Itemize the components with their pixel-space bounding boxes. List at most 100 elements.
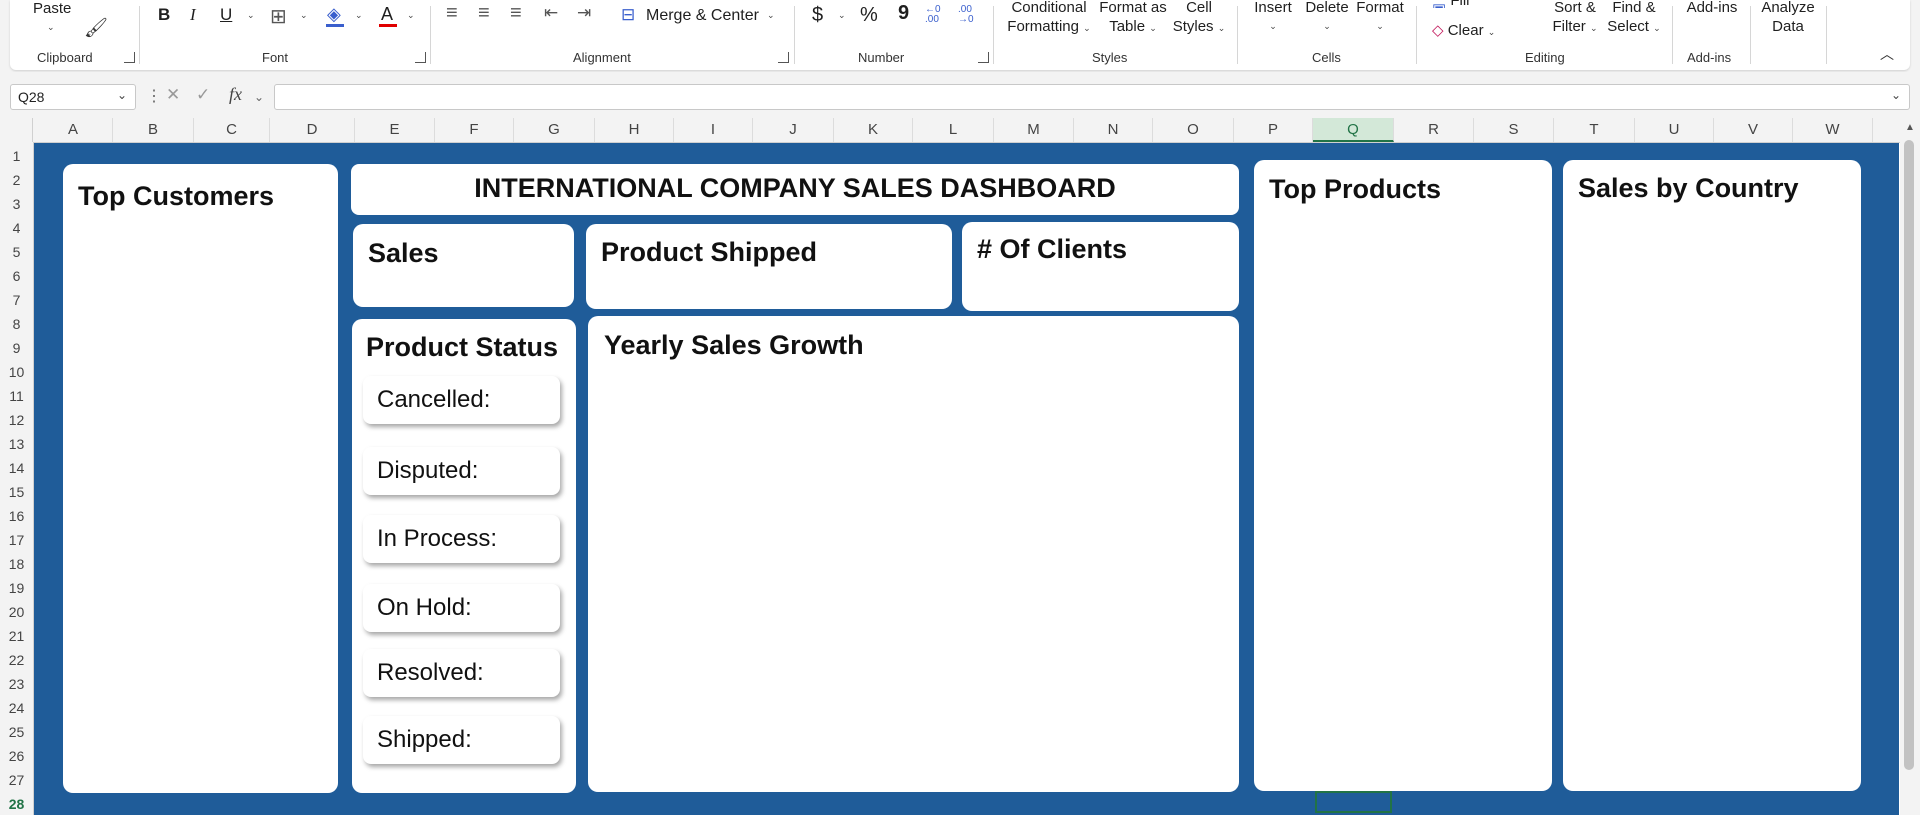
delete-cells-button[interactable]: Delete ⌄ [1302,0,1352,36]
column-header-v[interactable]: V [1714,118,1793,142]
merge-dropdown-chevron-icon[interactable]: ⌄ [767,10,775,21]
currency-format-button[interactable]: $ [812,4,823,27]
row-header-22[interactable]: 22 [0,652,33,668]
bold-button[interactable]: B [158,5,170,25]
column-header-j[interactable]: J [753,118,834,142]
fill-color-icon[interactable]: ◈ [327,4,341,25]
comma-style-button[interactable]: 9 [898,2,909,25]
row-header-23[interactable]: 23 [0,676,33,692]
merge-center-button[interactable]: Merge & Center [646,7,759,25]
currency-dropdown-chevron-icon[interactable]: ⌄ [838,10,846,21]
column-header-l[interactable]: L [913,118,994,142]
format-painter-icon[interactable]: 🖌 [84,16,108,40]
underline-dropdown-chevron-icon[interactable]: ⌄ [247,10,255,21]
merge-center-icon[interactable]: ⊟ [621,5,635,25]
column-header-k[interactable]: K [834,118,913,142]
row-header-13[interactable]: 13 [0,436,33,452]
decrease-indent-icon[interactable]: ⇤ [544,3,558,23]
alignment-launcher-icon[interactable] [778,52,789,63]
row-header-27[interactable]: 27 [0,772,33,788]
decrease-decimal-button[interactable]: .00 →0 [958,5,982,25]
row-header-26[interactable]: 26 [0,748,33,764]
percent-format-button[interactable]: % [860,4,878,27]
name-box-chevron-down-icon[interactable]: ⌄ [117,88,127,102]
row-header-4[interactable]: 4 [0,220,33,236]
row-header-17[interactable]: 17 [0,532,33,548]
clipboard-launcher-icon[interactable] [124,52,135,63]
find-select-button[interactable]: Find & Select ⌄ [1604,0,1664,38]
column-header-u[interactable]: U [1635,118,1714,142]
column-header-n[interactable]: N [1074,118,1153,142]
row-header-1[interactable]: 1 [0,148,33,164]
column-header-w[interactable]: W [1793,118,1873,142]
font-color-button[interactable]: A [381,4,393,25]
row-header-3[interactable]: 3 [0,196,33,212]
row-header-21[interactable]: 21 [0,628,33,644]
number-launcher-icon[interactable] [978,52,989,63]
column-header-d[interactable]: D [270,118,355,142]
borders-dropdown-chevron-icon[interactable]: ⌄ [300,10,308,21]
align-right-icon[interactable]: ≡ [510,2,522,25]
column-header-f[interactable]: F [435,118,514,142]
vertical-dots-icon[interactable]: ⋮ [146,86,162,106]
insert-cells-button[interactable]: Insert ⌄ [1250,0,1296,36]
column-header-s[interactable]: S [1474,118,1554,142]
clear-button[interactable]: ◇ Clear ⌄ [1432,21,1495,39]
selected-cell-q28[interactable] [1315,791,1392,813]
italic-button[interactable]: I [190,5,196,25]
row-header-15[interactable]: 15 [0,484,33,500]
select-all-corner[interactable] [0,118,33,142]
increase-decimal-button[interactable]: ←0 .00 [925,5,949,25]
cancel-entry-icon[interactable]: ✕ [166,85,180,105]
fx-chevron-down-icon[interactable]: ⌄ [254,90,264,104]
scroll-up-arrow-icon[interactable]: ▲ [1905,122,1915,133]
column-header-o[interactable]: O [1153,118,1234,142]
format-cells-button[interactable]: Format ⌄ [1354,0,1406,36]
row-header-14[interactable]: 14 [0,460,33,476]
row-header-25[interactable]: 25 [0,724,33,740]
row-header-2[interactable]: 2 [0,172,33,188]
sort-filter-button[interactable]: Sort & Filter ⌄ [1546,0,1604,38]
expand-formula-chevron-down-icon[interactable]: ⌄ [1891,88,1901,102]
confirm-entry-icon[interactable]: ✓ [196,85,210,105]
column-header-i[interactable]: I [674,118,753,142]
collapse-ribbon-chevron-up-icon[interactable]: ︿ [1880,44,1894,64]
row-header-6[interactable]: 6 [0,268,33,284]
row-header-8[interactable]: 8 [0,316,33,332]
row-header-16[interactable]: 16 [0,508,33,524]
fill-button[interactable]: ▣ Fill [1432,0,1470,8]
column-header-c[interactable]: C [194,118,270,142]
cell-styles-button[interactable]: Cell Styles ⌄ [1168,0,1230,38]
column-header-q[interactable]: Q [1313,118,1394,142]
column-header-p[interactable]: P [1234,118,1313,142]
row-header-11[interactable]: 11 [0,388,33,404]
borders-icon[interactable]: ⊞ [270,4,287,29]
column-header-a[interactable]: A [34,118,113,142]
row-header-19[interactable]: 19 [0,580,33,596]
column-header-h[interactable]: H [595,118,674,142]
format-as-table-button[interactable]: Format as Table ⌄ [1099,0,1167,38]
align-left-icon[interactable]: ≡ [446,2,458,25]
paste-button[interactable]: Paste [33,0,71,17]
row-header-10[interactable]: 10 [0,364,33,380]
formula-input[interactable]: ⌄ [274,84,1910,110]
add-ins-button[interactable]: Add-ins [1680,0,1744,17]
row-header-20[interactable]: 20 [0,604,33,620]
column-header-b[interactable]: B [113,118,194,142]
insert-function-fx-icon[interactable]: fx [229,84,242,105]
underline-button[interactable]: U [220,5,232,25]
font-color-dropdown-chevron-icon[interactable]: ⌄ [407,10,415,21]
column-header-e[interactable]: E [355,118,435,142]
column-header-g[interactable]: G [514,118,595,142]
row-header-9[interactable]: 9 [0,340,33,356]
paste-dropdown-chevron-icon[interactable]: ⌄ [47,22,55,33]
row-header-24[interactable]: 24 [0,700,33,716]
row-header-12[interactable]: 12 [0,412,33,428]
font-launcher-icon[interactable] [415,52,426,63]
column-header-r[interactable]: R [1394,118,1474,142]
row-header-28[interactable]: 28 [0,796,33,812]
column-header-m[interactable]: M [994,118,1074,142]
name-box[interactable]: Q28 ⌄ [10,84,136,110]
column-header-t[interactable]: T [1554,118,1635,142]
align-center-icon[interactable]: ≡ [478,2,490,25]
